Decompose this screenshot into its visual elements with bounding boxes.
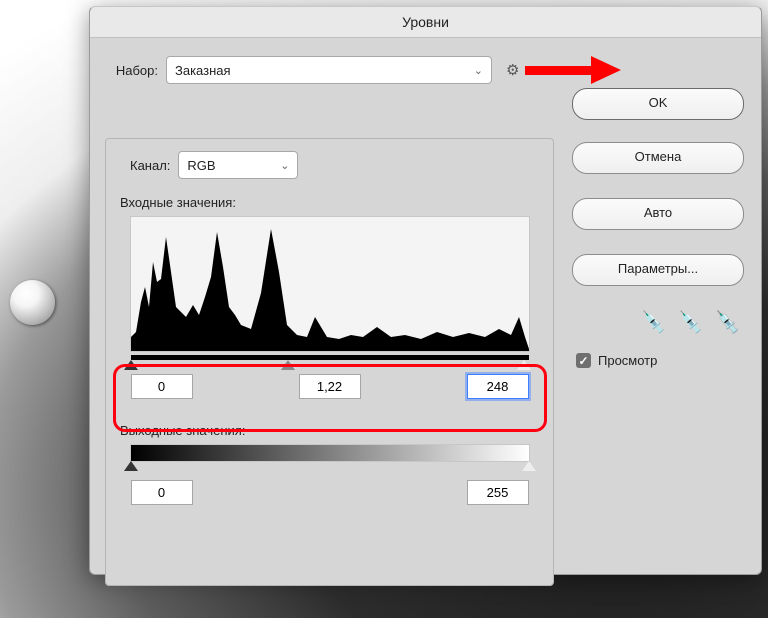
preview-checkbox[interactable]: ✓ [576, 353, 591, 368]
eyedropper-group: 💉 💉 💉 [572, 310, 740, 335]
dialog-title: Уровни [90, 7, 761, 38]
levels-panel: Канал: RGB ⌄ Входные значения: [105, 138, 554, 586]
earring-highlight [10, 280, 55, 325]
preview-label: Просмотр [598, 353, 657, 368]
output-slider[interactable] [130, 444, 530, 462]
channel-label: Канал: [130, 158, 170, 173]
output-levels-label: Выходные значения: [120, 423, 543, 438]
channel-dropdown[interactable]: RGB ⌄ [178, 151, 298, 179]
output-black-handle[interactable] [124, 461, 138, 471]
preset-value: Заказная [175, 63, 231, 78]
input-slider[interactable] [131, 355, 529, 360]
midtone-handle[interactable] [281, 360, 295, 370]
eyedropper-white-icon[interactable]: 💉 [714, 309, 741, 336]
gear-icon[interactable]: ⚙ [506, 61, 519, 79]
chevron-down-icon: ⌄ [280, 159, 289, 172]
histogram [130, 216, 530, 352]
eyedropper-gray-icon[interactable]: 💉 [677, 309, 704, 336]
ok-button[interactable]: OK [572, 88, 744, 120]
levels-dialog: Уровни Набор: Заказная ⌄ ⚙ Канал: RGB ⌄ … [89, 6, 762, 575]
output-white-field[interactable] [467, 480, 529, 505]
input-gamma-field[interactable] [299, 374, 361, 399]
channel-value: RGB [187, 158, 215, 173]
auto-button[interactable]: Авто [572, 198, 744, 230]
annotation-arrow [525, 61, 620, 79]
chevron-down-icon: ⌄ [474, 64, 483, 77]
preset-dropdown[interactable]: Заказная ⌄ [166, 56, 492, 84]
cancel-button[interactable]: Отмена [572, 142, 744, 174]
white-point-handle[interactable] [517, 360, 531, 370]
preset-label: Набор: [102, 63, 158, 78]
eyedropper-black-icon[interactable]: 💉 [640, 309, 667, 336]
input-black-field[interactable] [131, 374, 193, 399]
black-point-handle[interactable] [124, 360, 138, 370]
output-black-field[interactable] [131, 480, 193, 505]
options-button[interactable]: Параметры... [572, 254, 744, 286]
input-white-field[interactable] [467, 374, 529, 399]
output-white-handle[interactable] [522, 461, 536, 471]
input-levels-label: Входные значения: [120, 195, 543, 210]
